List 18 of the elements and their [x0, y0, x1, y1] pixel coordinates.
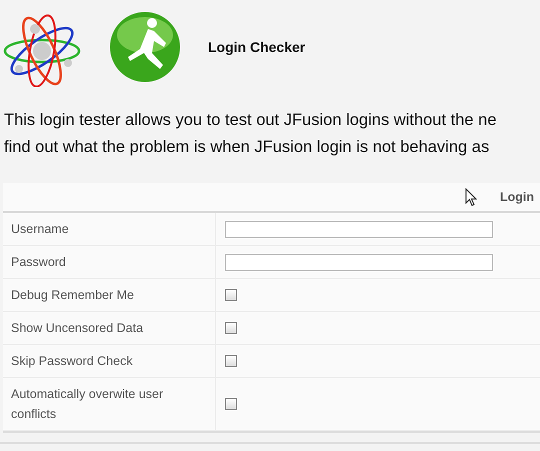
intro-text: This login tester allows you to test out JFusion logins without the ne — [4, 110, 498, 131]
intro-text: find out what the problem is when JFusion login is not behaving as — [4, 137, 490, 158]
field-label: Show Uncensored Data — [3, 312, 216, 344]
checkbox[interactable] — [225, 398, 237, 410]
mouse-cursor-icon — [465, 188, 477, 207]
checkbox[interactable] — [225, 322, 237, 334]
page-title: Login Checker — [208, 39, 306, 55]
checkbox[interactable] — [225, 355, 237, 367]
field-label: Automatically overwite user conflicts — [3, 378, 216, 430]
field-label: Username — [3, 213, 216, 245]
field-label: Debug Remember Me — [3, 279, 216, 311]
table-heading: Login — [500, 190, 534, 204]
field-label: Skip Password Check — [3, 345, 216, 377]
field-label: Password — [3, 246, 216, 278]
input-field[interactable] — [225, 220, 493, 238]
checkbox[interactable] — [225, 289, 237, 301]
input-field[interactable] — [225, 254, 493, 270]
runner-icon — [108, 9, 182, 85]
